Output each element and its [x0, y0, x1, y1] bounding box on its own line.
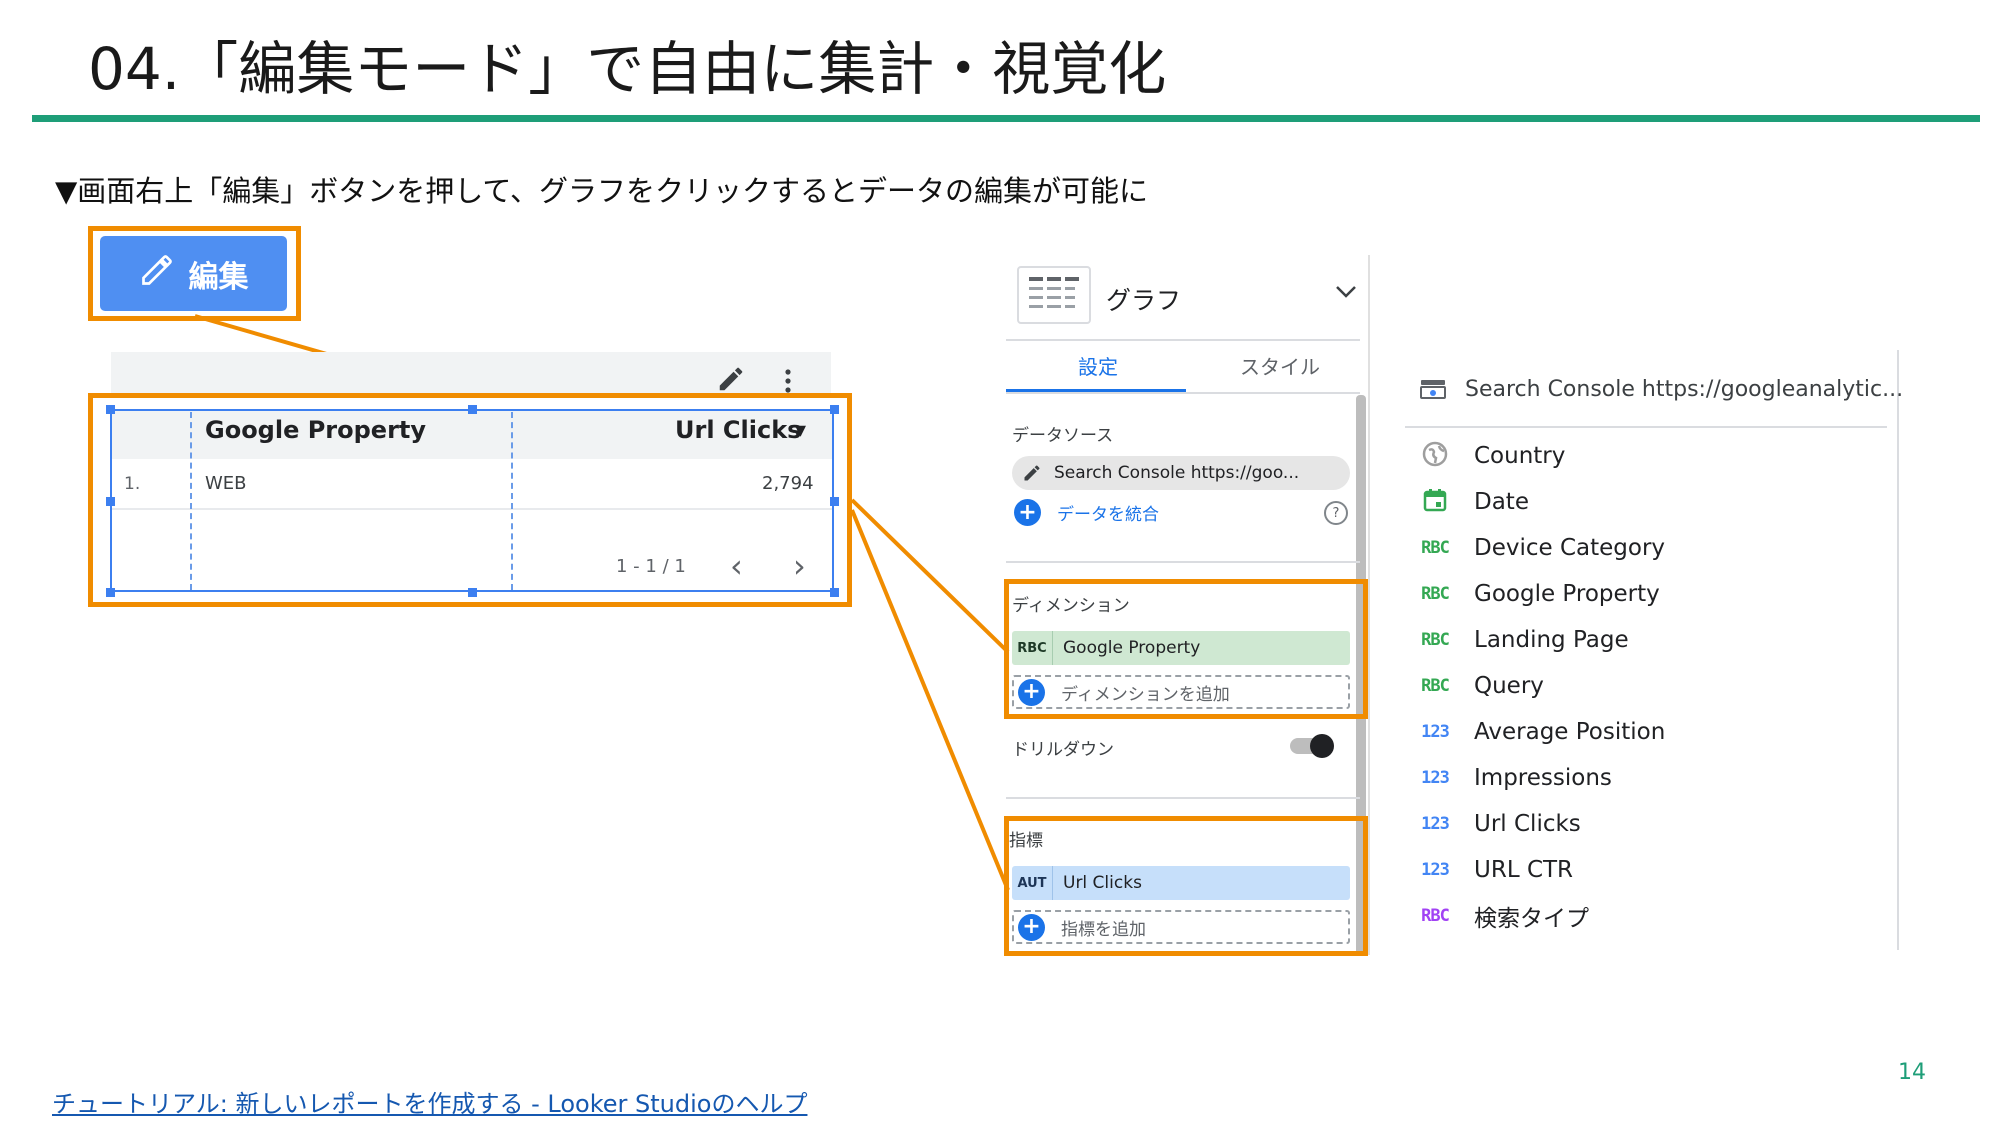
field-item-google-property[interactable]: RBC Google Property: [1420, 576, 1660, 612]
chart-type-label: グラフ: [1106, 286, 1182, 315]
number-type-icon: 123: [1421, 768, 1450, 788]
edit-button[interactable]: 編集: [100, 236, 287, 311]
field-item-impressions[interactable]: 123 Impressions: [1420, 760, 1612, 796]
number-type-icon: 123: [1421, 814, 1450, 834]
divider: [1405, 426, 1887, 428]
field-item-url-ctr[interactable]: 123 URL CTR: [1420, 852, 1573, 888]
field-item-search-type[interactable]: RBC 検索タイプ: [1420, 898, 1589, 934]
table-highlight: [88, 393, 852, 607]
globe-icon: [1420, 440, 1450, 473]
page-number: 14: [1898, 1060, 1926, 1085]
divider: [1006, 339, 1360, 341]
data-source-chip[interactable]: Search Console https://goo...: [1012, 456, 1350, 490]
panel-right-border: [1368, 255, 1370, 955]
divider: [1006, 561, 1360, 563]
field-item-query[interactable]: RBC Query: [1420, 668, 1544, 704]
divider: [1006, 392, 1360, 394]
text-type-icon: RBC: [1421, 538, 1450, 558]
number-type-icon: 123: [1421, 860, 1450, 880]
tab-style[interactable]: スタイル: [1240, 351, 1320, 380]
data-source-icon: [1418, 374, 1448, 408]
connector-table-to-metric: [850, 509, 1010, 891]
data-source-label: データソース: [1012, 426, 1114, 446]
edit-button-label: 編集: [188, 259, 249, 295]
pencil-icon: [139, 252, 175, 296]
blend-data-label: データを統合: [1057, 505, 1159, 525]
calendar-icon: [1420, 487, 1450, 518]
metric-highlight: [1004, 816, 1368, 956]
divider: [1006, 797, 1360, 799]
text-type-icon: RBC: [1421, 630, 1450, 650]
field-item-landing-page[interactable]: RBC Landing Page: [1420, 622, 1629, 658]
text-type-icon: RBC: [1421, 906, 1450, 926]
text-type-icon: RBC: [1421, 584, 1450, 604]
field-item-date[interactable]: Date: [1420, 484, 1529, 520]
field-item-country[interactable]: Country: [1420, 438, 1565, 474]
data-source-value: Search Console https://goo...: [1054, 463, 1300, 483]
table-chart-icon[interactable]: [1017, 266, 1091, 324]
drilldown-label: ドリルダウン: [1012, 740, 1114, 760]
field-item-average-position[interactable]: 123 Average Position: [1420, 714, 1665, 750]
toggle-knob[interactable]: [1310, 734, 1334, 758]
help-icon[interactable]: ?: [1324, 501, 1348, 525]
blend-data-button[interactable]: + データを統合: [1014, 499, 1159, 526]
number-type-icon: 123: [1421, 722, 1450, 742]
field-item-url-clicks[interactable]: 123 Url Clicks: [1420, 806, 1581, 842]
tab-settings[interactable]: 設定: [1078, 351, 1118, 380]
text-type-icon: RBC: [1421, 676, 1450, 696]
field-list-source: Search Console https://googleanalytic...: [1465, 377, 1904, 402]
connector-table-to-dimension: [850, 498, 1010, 654]
plus-icon: +: [1014, 499, 1041, 526]
chevron-down-icon[interactable]: [1334, 284, 1358, 304]
field-item-device-category[interactable]: RBC Device Category: [1420, 530, 1665, 566]
help-link[interactable]: チュートリアル: 新しいレポートを作成する - Looker Studioのヘル…: [52, 1084, 807, 1119]
pencil-icon: [1022, 463, 1042, 483]
dimension-highlight: [1004, 579, 1368, 719]
field-list-border: [1897, 350, 1899, 950]
